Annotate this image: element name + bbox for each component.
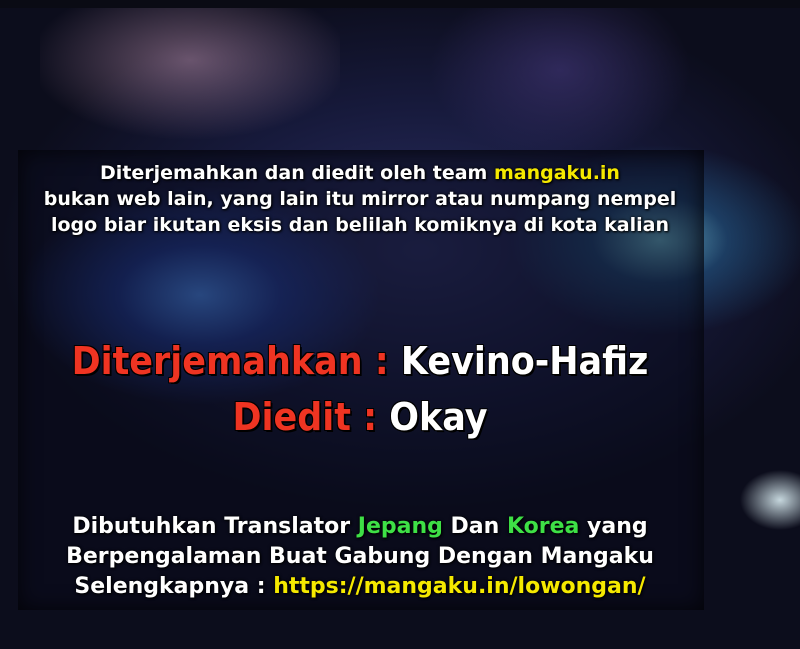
credit-line-1: Diterjemahkan dan diedit oleh team manga… [0,160,720,186]
background-hand [40,0,340,150]
recruitment-link[interactable]: https://mangaku.in/lowongan/ [273,574,645,599]
translator-credit: Diterjemahkan : Kevino-Hafiz [29,336,691,386]
language-korean: Korea [506,514,580,539]
editor-name: Okay [389,395,488,439]
credit-statement: Diterjemahkan dan diedit oleh team manga… [0,160,720,238]
editor-credit: Diedit : Okay [29,392,691,442]
language-japanese: Jepang [357,514,443,539]
translator-label: Diterjemahkan [71,339,363,383]
credit-line-2: bukan web lain, yang lain itu mirror ata… [43,188,677,210]
credit-line-3: logo biar ikutan eksis dan belilah komik… [50,214,670,236]
recruit-line-1-suffix: yang [579,514,648,539]
recruit-line-3: Selengkapnya : https://mangaku.in/lowong… [0,572,720,602]
site-name-highlight: mangaku.in [493,162,620,184]
recruit-line-2: Berpengalaman Buat Gabung Dengan Mangaku [66,544,654,569]
translator-separator: : [362,339,401,383]
editor-separator: : [350,395,390,439]
recruit-line-1-prefix: Dibutuhkan Translator [72,514,358,539]
background-hair [430,0,690,170]
editor-row: Diedit : Okay [232,395,487,439]
recruit-line-1: Dibutuhkan Translator Jepang Dan Korea y… [0,512,720,542]
background-light-flare [730,470,800,530]
top-border [0,0,800,8]
credit-line-1-text: Diterjemahkan dan diedit oleh team [100,162,494,184]
recruitment-notice: Dibutuhkan Translator Jepang Dan Korea y… [0,512,720,602]
recruit-line-3-prefix: Selengkapnya : [74,574,274,599]
recruit-line-1-middle: Dan [442,514,507,539]
translator-row: Diterjemahkan : Kevino-Hafiz [72,339,649,383]
editor-label: Diedit [232,395,351,439]
translator-name: Kevino-Hafiz [400,339,649,383]
